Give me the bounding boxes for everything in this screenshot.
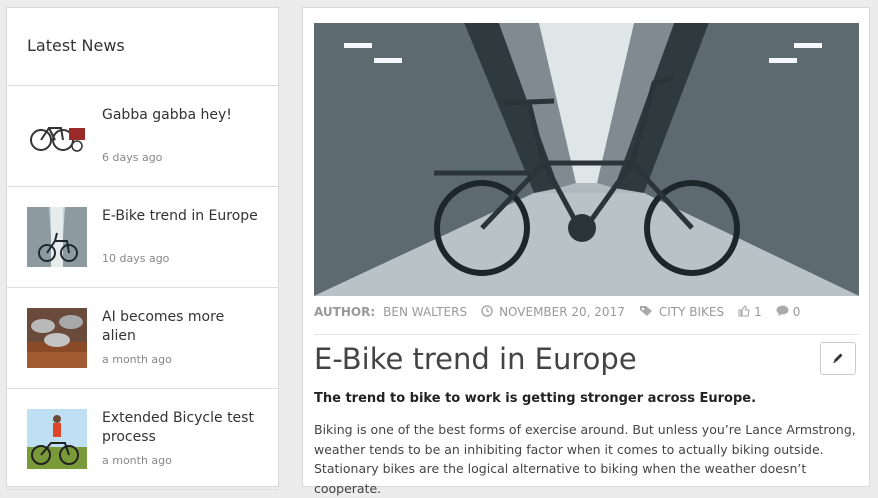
edit-button[interactable] xyxy=(820,342,856,375)
news-title[interactable]: AI becomes more alien xyxy=(102,308,262,346)
news-item[interactable]: E-Bike trend in Europe 10 days ago xyxy=(7,187,278,288)
news-thumbnail[interactable] xyxy=(27,106,87,166)
clock-icon xyxy=(481,305,493,317)
tag-icon xyxy=(639,305,653,317)
news-item[interactable]: Extended Bicycle test process a month ag… xyxy=(7,389,278,490)
article-category[interactable]: CITY BIKES xyxy=(659,305,724,319)
news-title[interactable]: Gabba gabba hey! xyxy=(102,106,262,125)
news-title[interactable]: E-Bike trend in Europe xyxy=(102,207,262,226)
news-thumbnail[interactable] xyxy=(27,308,87,368)
article-title: E-Bike trend in Europe xyxy=(314,342,637,376)
news-date: 6 days ago xyxy=(102,151,163,164)
article-hero-image xyxy=(314,23,859,296)
article-lead: The trend to bike to work is getting str… xyxy=(314,391,757,406)
article-card: AUTHOR: BEN WALTERS NOVEMBER 20, 2017 CI… xyxy=(302,7,870,496)
article-date: NOVEMBER 20, 2017 xyxy=(499,305,625,319)
thumbs-up-icon[interactable] xyxy=(738,305,750,317)
news-item[interactable]: Gabba gabba hey! 6 days ago xyxy=(7,86,278,187)
news-title[interactable]: Extended Bicycle test process xyxy=(102,409,262,447)
comment-count: 0 xyxy=(792,305,801,319)
author-label: AUTHOR: xyxy=(314,305,376,319)
article-meta: AUTHOR: BEN WALTERS NOVEMBER 20, 2017 CI… xyxy=(314,305,859,335)
news-thumbnail[interactable] xyxy=(27,409,87,469)
news-date: a month ago xyxy=(102,454,172,467)
latest-news-heading: Latest News xyxy=(7,8,278,86)
news-item[interactable]: AI becomes more alien a month ago xyxy=(7,288,278,389)
pencil-icon xyxy=(832,349,844,368)
article-body: Biking is one of the best forms of exerc… xyxy=(314,422,856,496)
comment-icon[interactable] xyxy=(776,305,789,317)
news-date: 10 days ago xyxy=(102,252,170,265)
author-name[interactable]: BEN WALTERS xyxy=(383,305,467,319)
news-date: a month ago xyxy=(102,353,172,366)
latest-news-panel: Latest News Gabba gabba hey! 6 days ago xyxy=(6,7,279,490)
news-thumbnail[interactable] xyxy=(27,207,87,267)
like-count: 1 xyxy=(754,305,762,319)
